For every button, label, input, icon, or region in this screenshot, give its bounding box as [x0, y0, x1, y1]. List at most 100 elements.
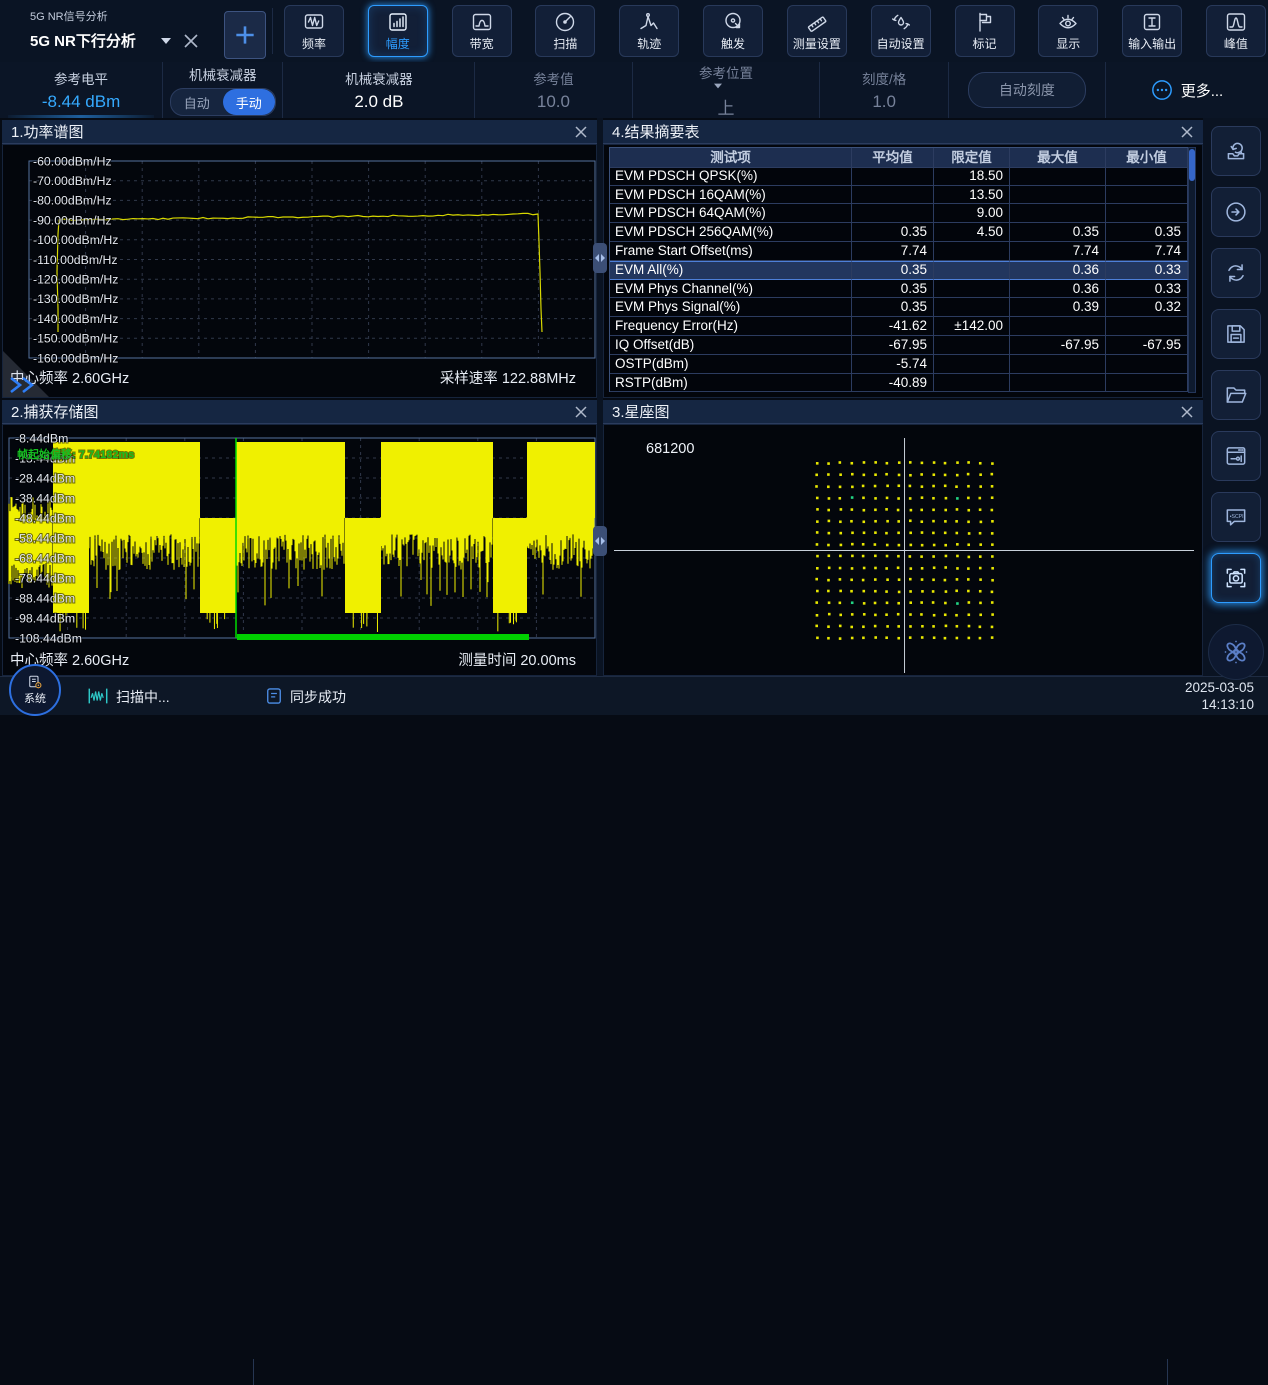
table-cell[interactable] [1010, 186, 1106, 205]
table-cell[interactable]: 0.35 [1010, 223, 1106, 242]
table-row-name[interactable]: Frame Start Offset(ms) [610, 242, 852, 261]
table-cell[interactable]: 9.00 [934, 204, 1010, 223]
table-cell[interactable] [1010, 167, 1106, 186]
table-cell[interactable] [1106, 317, 1188, 336]
table-cell[interactable]: 0.32 [1106, 298, 1188, 317]
sidebar-button-folder-open[interactable] [1211, 370, 1261, 420]
panel-splitter[interactable] [597, 118, 603, 676]
ref-value-field[interactable]: 参考值 10.0 [475, 62, 632, 118]
table-scrollbar[interactable] [1188, 147, 1196, 393]
sidebar-button-screenshot[interactable] [1211, 553, 1261, 603]
table-cell[interactable]: -40.89 [852, 374, 934, 393]
table-cell[interactable]: 0.35 [1106, 223, 1188, 242]
table-cell[interactable] [1106, 186, 1188, 205]
table-row-name[interactable]: OSTP(dBm) [610, 355, 852, 374]
more-button[interactable]: 更多... [1106, 62, 1268, 118]
constellation-header[interactable]: 3.星座图 [603, 400, 1203, 424]
table-cell[interactable]: -41.62 [852, 317, 934, 336]
expand-chevrons-icon[interactable] [8, 375, 38, 395]
splitter-handle[interactable] [593, 526, 607, 556]
table-cell[interactable] [1010, 317, 1106, 336]
table-cell[interactable]: 0.39 [1010, 298, 1106, 317]
sidebar-button-sync[interactable] [1211, 248, 1261, 298]
table-cell[interactable]: 13.50 [934, 186, 1010, 205]
table-cell[interactable] [934, 280, 1010, 299]
table-cell[interactable] [1010, 355, 1106, 374]
sidebar-button-arrow-circle[interactable] [1211, 187, 1261, 237]
toolbar-button-6[interactable]: 触发 [703, 5, 763, 57]
sidebar-button-front-panel[interactable] [1211, 431, 1261, 481]
sidebar-button-preset-recall[interactable] [1211, 126, 1261, 176]
toolbar-button-2[interactable]: 幅度 [368, 5, 428, 57]
sidebar-button-scpi[interactable]: •SCPI [1211, 492, 1261, 542]
table-cell[interactable]: ±142.00 [934, 317, 1010, 336]
mech-att-mode-toggle[interactable]: 自动 手动 [170, 88, 276, 116]
table-cell[interactable]: 0.33 [1106, 280, 1188, 299]
ref-level-field[interactable]: 参考电平 -8.44 dBm [0, 62, 163, 118]
table-cell[interactable]: 0.35 [852, 298, 934, 317]
toolbar-button-1[interactable]: 频率 [284, 5, 344, 57]
table-row-name[interactable]: EVM Phys Signal(%) [610, 298, 852, 317]
measurement-selector[interactable]: 5G NR信号分析 5G NR下行分析 [30, 8, 136, 51]
toolbar-button-3[interactable]: 带宽 [452, 5, 512, 57]
chevron-down-icon[interactable] [160, 36, 172, 46]
table-row-name[interactable]: EVM PDSCH 64QAM(%) [610, 204, 852, 223]
ref-position-field[interactable]: 参考位置 上 [633, 62, 821, 118]
scrollbar-thumb[interactable] [1189, 149, 1195, 181]
table-cell[interactable] [1106, 355, 1188, 374]
sidebar-button-navigate-flower[interactable] [1208, 624, 1264, 680]
table-cell[interactable] [852, 167, 934, 186]
table-cell[interactable] [1106, 374, 1188, 393]
table-cell[interactable]: 0.33 [1106, 261, 1188, 280]
table-cell[interactable] [934, 374, 1010, 393]
table-cell[interactable] [934, 336, 1010, 355]
table-cell[interactable]: 7.74 [1106, 242, 1188, 261]
table-cell[interactable]: 7.74 [852, 242, 934, 261]
toolbar-button-11[interactable]: 输入输出 [1122, 5, 1182, 57]
table-cell[interactable]: -5.74 [852, 355, 934, 374]
power-spectrum-header[interactable]: 1.功率谱图 [2, 120, 597, 144]
table-row-name[interactable]: EVM All(%) [610, 261, 852, 280]
table-cell[interactable]: 0.36 [1010, 261, 1106, 280]
table-cell[interactable]: 0.35 [852, 280, 934, 299]
table-cell[interactable] [934, 242, 1010, 261]
scale-div-field[interactable]: 刻度/格 1.0 [820, 62, 948, 118]
toolbar-button-4[interactable]: 扫描 [535, 5, 595, 57]
toolbar-button-9[interactable]: 标记 [955, 5, 1015, 57]
toolbar-button-12[interactable]: 峰值 [1206, 5, 1266, 57]
table-cell[interactable]: -67.95 [1106, 336, 1188, 355]
table-cell[interactable] [934, 355, 1010, 374]
close-icon[interactable] [574, 405, 588, 419]
table-cell[interactable]: -67.95 [1010, 336, 1106, 355]
table-cell[interactable] [1010, 374, 1106, 393]
table-cell[interactable] [852, 186, 934, 205]
toolbar-button-10[interactable]: 显示 [1038, 5, 1098, 57]
summary-header[interactable]: 4.结果摘要表 [603, 120, 1203, 144]
table-cell[interactable]: 0.35 [852, 223, 934, 242]
close-icon[interactable] [1180, 125, 1194, 139]
toggle-option-manual[interactable]: 手动 [223, 89, 275, 115]
table-row-name[interactable]: EVM Phys Channel(%) [610, 280, 852, 299]
add-measurement-button[interactable] [224, 11, 266, 59]
toolbar-button-8[interactable]: 自动设置 [871, 5, 931, 57]
table-row-name[interactable]: RSTP(dBm) [610, 374, 852, 393]
toolbar-button-5[interactable]: 轨迹 [619, 5, 679, 57]
table-cell[interactable] [934, 298, 1010, 317]
table-row-name[interactable]: EVM PDSCH QPSK(%) [610, 167, 852, 186]
toggle-option-auto[interactable]: 自动 [171, 89, 223, 115]
table-row-name[interactable]: EVM PDSCH 256QAM(%) [610, 223, 852, 242]
table-cell[interactable] [1106, 204, 1188, 223]
mech-att-field[interactable]: 机械衰减器 2.0 dB [283, 62, 475, 118]
table-cell[interactable]: 4.50 [934, 223, 1010, 242]
table-row-name[interactable]: IQ Offset(dB) [610, 336, 852, 355]
table-row-name[interactable]: Frequency Error(Hz) [610, 317, 852, 336]
table-cell[interactable] [934, 261, 1010, 280]
table-row-name[interactable]: EVM PDSCH 16QAM(%) [610, 186, 852, 205]
sidebar-button-save[interactable] [1211, 309, 1261, 359]
system-button[interactable]: 系统 [9, 664, 61, 716]
table-cell[interactable] [1010, 204, 1106, 223]
auto-scale-button[interactable]: 自动刻度 [968, 72, 1086, 108]
close-icon[interactable] [1180, 405, 1194, 419]
table-cell[interactable]: 0.35 [852, 261, 934, 280]
table-cell[interactable]: 7.74 [1010, 242, 1106, 261]
